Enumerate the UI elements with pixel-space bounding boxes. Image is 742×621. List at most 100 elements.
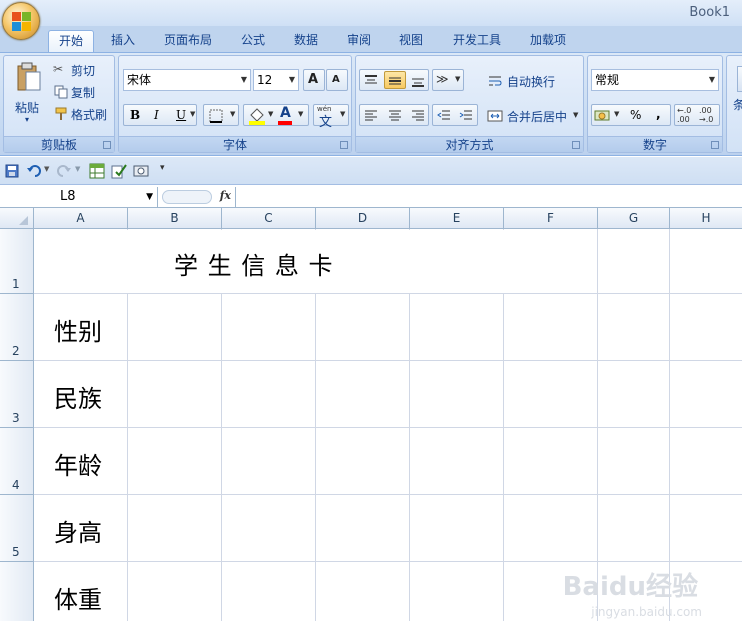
tab-insert[interactable]: 插入 <box>101 30 145 52</box>
row-header-6[interactable]: 6 <box>0 562 34 621</box>
align-left-icon[interactable] <box>363 108 379 124</box>
decrease-decimal-icon[interactable]: .00 →.0 <box>699 106 713 124</box>
row-header-3[interactable]: 3 <box>0 361 34 428</box>
function-icon[interactable]: fx <box>220 189 231 202</box>
column-header-h[interactable]: H <box>670 208 742 229</box>
camera-icon[interactable] <box>132 162 150 180</box>
font-launcher-icon[interactable] <box>340 141 348 149</box>
format-painter-button[interactable]: 格式刷 <box>50 103 112 123</box>
chevron-down-icon: ▼ <box>75 165 81 173</box>
decrease-indent-icon[interactable] <box>436 108 452 124</box>
cell-a2[interactable]: 性别 <box>54 312 102 347</box>
quick-access-toolbar: ▼ ▼ ▾ <box>0 157 742 185</box>
chevron-down-icon: ▼ <box>708 75 715 84</box>
spreadsheet-icon[interactable] <box>88 162 106 180</box>
cell-a6[interactable]: 体重 <box>54 580 102 615</box>
chevron-down-icon[interactable]: ▼ <box>44 165 49 173</box>
insert-function-area: fx <box>160 187 236 207</box>
tab-view[interactable]: 视图 <box>389 30 433 52</box>
currency-icon[interactable] <box>594 108 612 124</box>
column-header-d[interactable]: D <box>316 208 410 229</box>
wrap-text-button[interactable]: 自动换行 <box>484 69 582 91</box>
tab-developer[interactable]: 开发工具 <box>443 30 511 52</box>
font-name-value: 宋体 <box>127 73 152 87</box>
copy-button[interactable]: 复制 <box>50 81 110 101</box>
office-button[interactable] <box>2 2 40 40</box>
merge-center-button[interactable]: 合并后居中 ▼ <box>484 104 582 126</box>
row-header-4[interactable]: 4 <box>0 428 34 495</box>
tab-formulas[interactable]: 公式 <box>231 30 275 52</box>
formula-input[interactable] <box>237 187 742 207</box>
cell-a5[interactable]: 身高 <box>54 513 102 548</box>
align-right-icon[interactable] <box>410 108 426 124</box>
tab-review[interactable]: 审阅 <box>337 30 381 52</box>
row-header-2[interactable]: 2 <box>0 294 34 361</box>
conditional-format-icon[interactable] <box>737 66 742 92</box>
cut-button[interactable]: ✂ 剪切 <box>50 59 110 79</box>
font-color-icon[interactable]: A <box>280 105 291 121</box>
paste-label: 粘贴 <box>15 101 40 115</box>
align-top-icon[interactable] <box>363 73 379 89</box>
phonetic-button[interactable]: wén 文 ▼ <box>313 104 349 130</box>
tab-data[interactable]: 数据 <box>284 30 328 52</box>
font-color-swatch <box>278 121 292 125</box>
fill-color-icon[interactable] <box>247 107 267 125</box>
scissors-icon: ✂ <box>53 62 64 76</box>
paste-dropdown-icon: ▾ <box>25 115 30 124</box>
column-header-f[interactable]: F <box>504 208 598 229</box>
grid-line <box>34 561 742 562</box>
number-launcher-icon[interactable] <box>711 141 719 149</box>
shrink-font-button[interactable]: A <box>326 69 348 91</box>
office-logo-icon <box>12 12 32 32</box>
watermark-url: jingyan.baidu.com <box>591 605 702 619</box>
cell-a4[interactable]: 年龄 <box>54 446 102 481</box>
select-all-corner[interactable] <box>0 208 34 229</box>
chevron-down-icon: ▼ <box>340 110 346 118</box>
fill-font-color-buttons: ▼ A ▼ <box>243 104 309 126</box>
column-header-b[interactable]: B <box>128 208 222 229</box>
comma-button[interactable]: , <box>656 107 661 121</box>
merged-title-cell[interactable]: 学 生 信 息 卡 <box>34 230 504 293</box>
align-bottom-icon[interactable] <box>410 73 426 89</box>
italic-button[interactable]: I <box>154 108 159 122</box>
row-header-5[interactable]: 5 <box>0 495 34 562</box>
cell-a3[interactable]: 民族 <box>54 379 102 414</box>
cut-label: 剪切 <box>71 64 96 78</box>
underline-button[interactable]: U <box>176 108 186 122</box>
bold-button[interactable]: B <box>130 108 140 122</box>
orientation-button[interactable]: ≫ ▼ <box>432 69 464 91</box>
ribbon-tab-row: 开始 插入 页面布局 公式 数据 审阅 视图 开发工具 加载项 <box>0 26 742 52</box>
name-box[interactable]: L8 ▼ <box>0 187 158 207</box>
tab-page-layout[interactable]: 页面布局 <box>154 30 222 52</box>
redo-icon[interactable] <box>56 163 72 179</box>
align-middle-button[interactable] <box>384 71 406 89</box>
check-icon[interactable] <box>110 162 128 180</box>
percent-button[interactable]: % <box>630 108 641 122</box>
grow-font-button[interactable]: A <box>303 69 325 91</box>
undo-icon[interactable] <box>26 163 42 179</box>
align-center-icon[interactable] <box>387 108 403 124</box>
clipboard-launcher-icon[interactable] <box>103 141 111 149</box>
shrink-font-icon: A <box>332 74 340 85</box>
tab-addins[interactable]: 加载项 <box>520 30 576 52</box>
column-header-e[interactable]: E <box>410 208 504 229</box>
number-format-combo[interactable]: 常规 ▼ <box>591 69 719 91</box>
column-header-c[interactable]: C <box>222 208 316 229</box>
column-header-a[interactable]: A <box>34 208 128 229</box>
border-button[interactable]: ▼ <box>203 104 239 126</box>
increase-indent-icon[interactable] <box>458 108 474 124</box>
paste-button[interactable]: 粘贴 ▾ <box>8 58 46 130</box>
customize-qat-icon[interactable]: ▾ <box>160 163 165 173</box>
alignment-launcher-icon[interactable] <box>572 141 580 149</box>
alignment-group-label: 对齐方式 <box>356 136 583 152</box>
row-header-1[interactable]: 1 <box>0 229 34 294</box>
font-name-combo[interactable]: 宋体 ▼ <box>123 69 251 91</box>
chevron-down-icon: ▼ <box>190 110 196 118</box>
increase-decimal-icon[interactable]: ←.0.00 <box>677 106 691 124</box>
worksheet-grid[interactable]: A B C D E F G H 1 2 3 4 5 6 学 生 信 息 卡 性别… <box>0 208 742 621</box>
paste-icon <box>17 62 41 91</box>
save-icon[interactable] <box>5 164 19 178</box>
font-size-combo[interactable]: 12 ▼ <box>253 69 299 91</box>
column-header-g[interactable]: G <box>598 208 670 229</box>
tab-home[interactable]: 开始 <box>48 30 95 52</box>
